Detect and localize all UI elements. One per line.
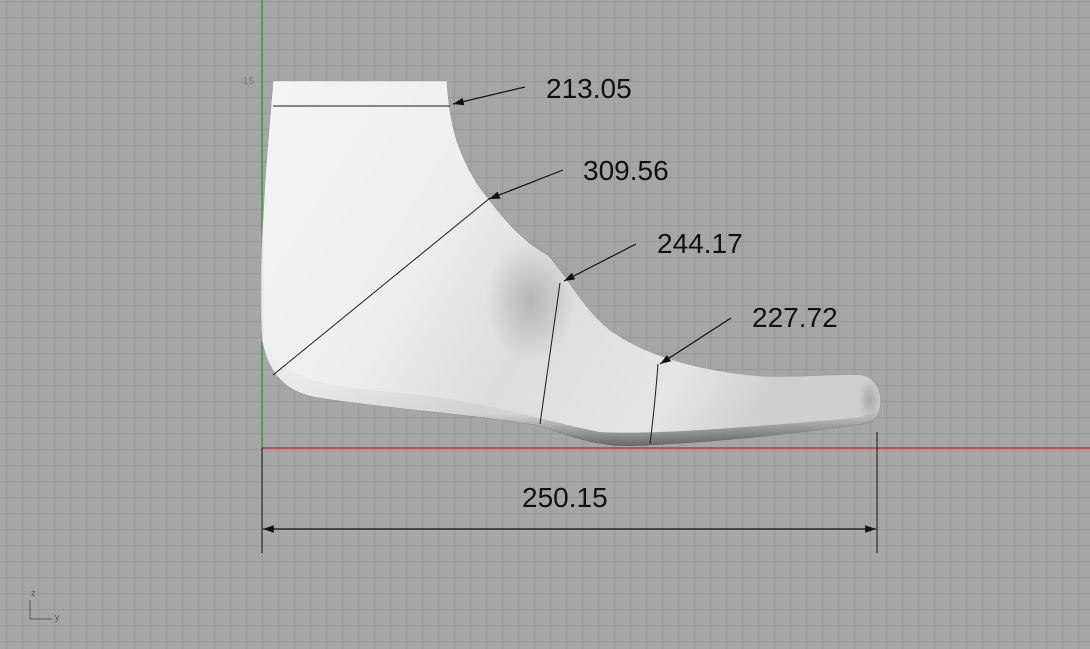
- top-girth-leader-arrow: [452, 86, 526, 106]
- length-dimension[interactable]: 250.15: [261, 432, 878, 553]
- instep-girth-label: 309.56: [583, 155, 669, 186]
- grid-label: 15: [243, 76, 255, 87]
- rhino-viewport[interactable]: 15 213.05 309.56 244.17 227.72 250.15 z …: [0, 0, 1090, 649]
- axis-indicator-horizontal-label: y: [55, 612, 60, 622]
- viewport-canvas[interactable]: 15 213.05 309.56 244.17 227.72 250.15 z …: [0, 0, 1090, 649]
- toe-girth-leader-arrow: [659, 317, 732, 365]
- axis-indicator: z y: [29, 588, 60, 622]
- toe-girth-label: 227.72: [752, 302, 838, 333]
- top-girth-label: 213.05: [546, 73, 632, 104]
- toe-shadow: [858, 378, 882, 422]
- axis-indicator-vertical-label: z: [31, 588, 36, 598]
- ball-girth-leader-arrow: [563, 243, 637, 282]
- ball-girth-label: 244.17: [657, 228, 743, 259]
- foot-last-model[interactable]: [259, 80, 882, 447]
- instep-shadow: [485, 240, 575, 360]
- length-label: 250.15: [522, 482, 608, 513]
- instep-girth-leader-arrow: [488, 169, 564, 200]
